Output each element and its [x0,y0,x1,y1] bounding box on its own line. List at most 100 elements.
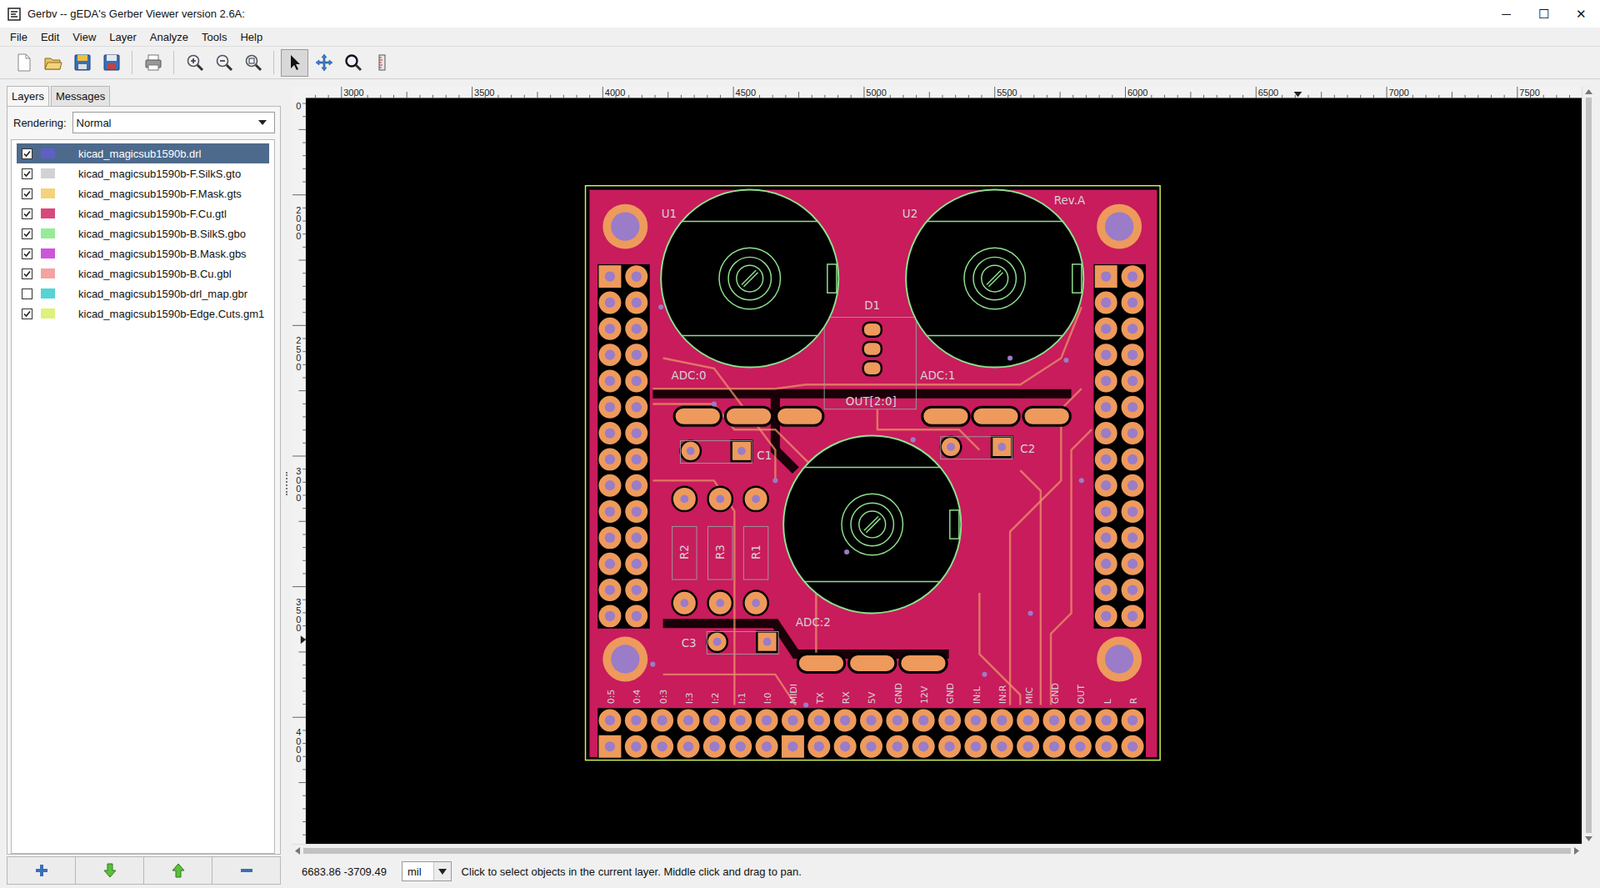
toolbar-button[interactable] [39,49,67,77]
menu-item[interactable]: File [3,29,35,45]
layer-color-swatch[interactable] [40,188,55,199]
scroll-right-icon [1574,846,1580,855]
toolbar-button[interactable] [280,49,309,77]
layer-visibility-checkbox[interactable] [21,148,33,160]
menu-item[interactable]: Help [233,29,270,45]
left-ruler-label: 2500 [295,335,301,372]
pane-splitter[interactable] [282,79,293,888]
toolbar-button[interactable] [97,49,125,77]
ruler-tick [302,572,306,574]
horizontal-scrollbar[interactable] [292,843,1582,856]
header-pad [677,735,700,758]
window-control-button[interactable]: ─ [1487,0,1525,28]
via [1028,610,1034,615]
toolbar-button[interactable] [139,49,167,77]
ruler-tick [302,142,306,144]
layer-color-swatch[interactable] [40,228,55,239]
layer-color-swatch[interactable] [40,288,55,299]
silk-label: ADC:1 [920,369,955,382]
layer-color-swatch[interactable] [40,148,55,159]
scroll-thumb[interactable] [1585,97,1592,833]
menu-item[interactable]: Edit [34,29,66,45]
layer-visibility-checkbox[interactable] [21,308,33,320]
ruler-tick [302,507,306,509]
layer-color-swatch[interactable] [40,268,55,279]
layer-row[interactable]: kicad_magicsub1590b-B.Cu.gbl [16,263,270,284]
ruler-tick [837,95,839,99]
toolbar-button[interactable] [10,49,38,77]
layer-row[interactable]: kicad_magicsub1590b-F.Cu.gtl [16,203,270,224]
left-ruler-label: 2000 [295,205,301,242]
layer-visibility-checkbox[interactable] [21,168,33,180]
ruler-tick [380,95,381,99]
measure-icon [372,52,393,73]
layer-visibility-checkbox[interactable] [21,288,33,300]
resistor-pad [743,486,768,511]
layer-row[interactable]: kicad_magicsub1590b-F.Mask.gts [16,183,270,204]
layer-visibility-checkbox[interactable] [21,208,33,220]
layer-color-swatch[interactable] [40,248,55,259]
toolbar-button[interactable] [310,49,338,77]
header-pad [912,708,935,731]
layer-color-swatch[interactable] [40,168,55,179]
toolbar-button[interactable] [180,49,209,77]
header-pad [1121,735,1145,758]
left-ruler-label: 3000 [295,465,301,503]
silk-outline [706,630,779,654]
layer-name: kicad_magicsub1590b-B.SilkS.gbo [78,227,246,240]
layer-row[interactable]: kicad_magicsub1590b-F.SilkS.gto [16,163,270,184]
add-layer-button[interactable] [7,856,76,884]
window-control-button[interactable]: ✕ [1562,0,1600,28]
layer-row[interactable]: kicad_magicsub1590b.drl [16,143,270,164]
menu-item[interactable]: View [65,29,103,45]
layer-color-swatch[interactable] [40,308,55,319]
layer-row[interactable]: kicad_magicsub1590b-Edge.Cuts.gm1 [16,303,270,324]
ruler-tick [733,86,735,98]
layer-visibility-checkbox[interactable] [21,248,33,260]
sidebar-tab[interactable]: Layers [6,85,50,106]
layer-visibility-checkbox[interactable] [21,188,33,200]
header-pad [598,500,621,523]
ruler-tick [667,91,669,98]
unit-dropdown-button[interactable] [433,861,451,880]
vertical-scrollbar[interactable] [1581,86,1595,844]
header-pad [1043,735,1066,758]
rendering-label: Rendering: [13,116,67,130]
toolbar-button[interactable] [368,49,396,77]
rendering-dropdown[interactable]: Normal [72,111,275,134]
window-control-button[interactable]: ☐ [1525,0,1563,28]
layer-visibility-checkbox[interactable] [21,228,33,240]
toolbar-button[interactable] [239,49,267,77]
layer-row[interactable]: kicad_magicsub1590b-B.Mask.gbs [16,243,270,264]
toolbar-button[interactable] [210,49,238,77]
diode-pad [863,360,882,375]
pcb-board[interactable]: U1U2D1ADC:0ADC:1OUT[2:0]C1C2R2R3R1ADC:2C… [585,185,1161,760]
layer-color-swatch[interactable] [40,208,55,219]
move-layer-up-button[interactable] [144,856,213,884]
capacitor-pad [706,630,727,651]
layer-row[interactable]: kicad_magicsub1590b-B.SilkS.gbo [16,223,270,244]
remove-layer-button[interactable] [212,856,280,884]
ruler-tick [1111,95,1113,99]
header-pad [1095,500,1118,523]
layer-visibility-checkbox[interactable] [21,268,33,280]
move-layer-down-button[interactable] [75,856,145,884]
toolbar-button[interactable] [339,49,367,77]
menu-item[interactable]: Tools [195,29,234,45]
ruler-tick [298,650,306,652]
ruler-tick [1490,95,1492,99]
menu-item[interactable]: Layer [102,29,144,45]
unit-dropdown[interactable]: mil [401,860,452,881]
top-ruler-label: 4500 [735,87,756,98]
toolbar-button[interactable] [68,49,96,77]
sidebar-tab[interactable]: Messages [50,85,110,106]
zoomarea-icon [343,52,364,73]
header-pad [598,421,621,445]
pin-label: I:1 [736,691,748,704]
header-pad [598,474,621,497]
menu-item[interactable]: Analyze [143,29,195,45]
layer-row[interactable]: kicad_magicsub1590b-drl_map.gbr [16,283,270,304]
scroll-thumb[interactable] [303,847,1571,854]
gerber-canvas[interactable]: 3000350040004500500055006000650070007500… [292,86,1582,844]
header-pad [598,525,621,549]
